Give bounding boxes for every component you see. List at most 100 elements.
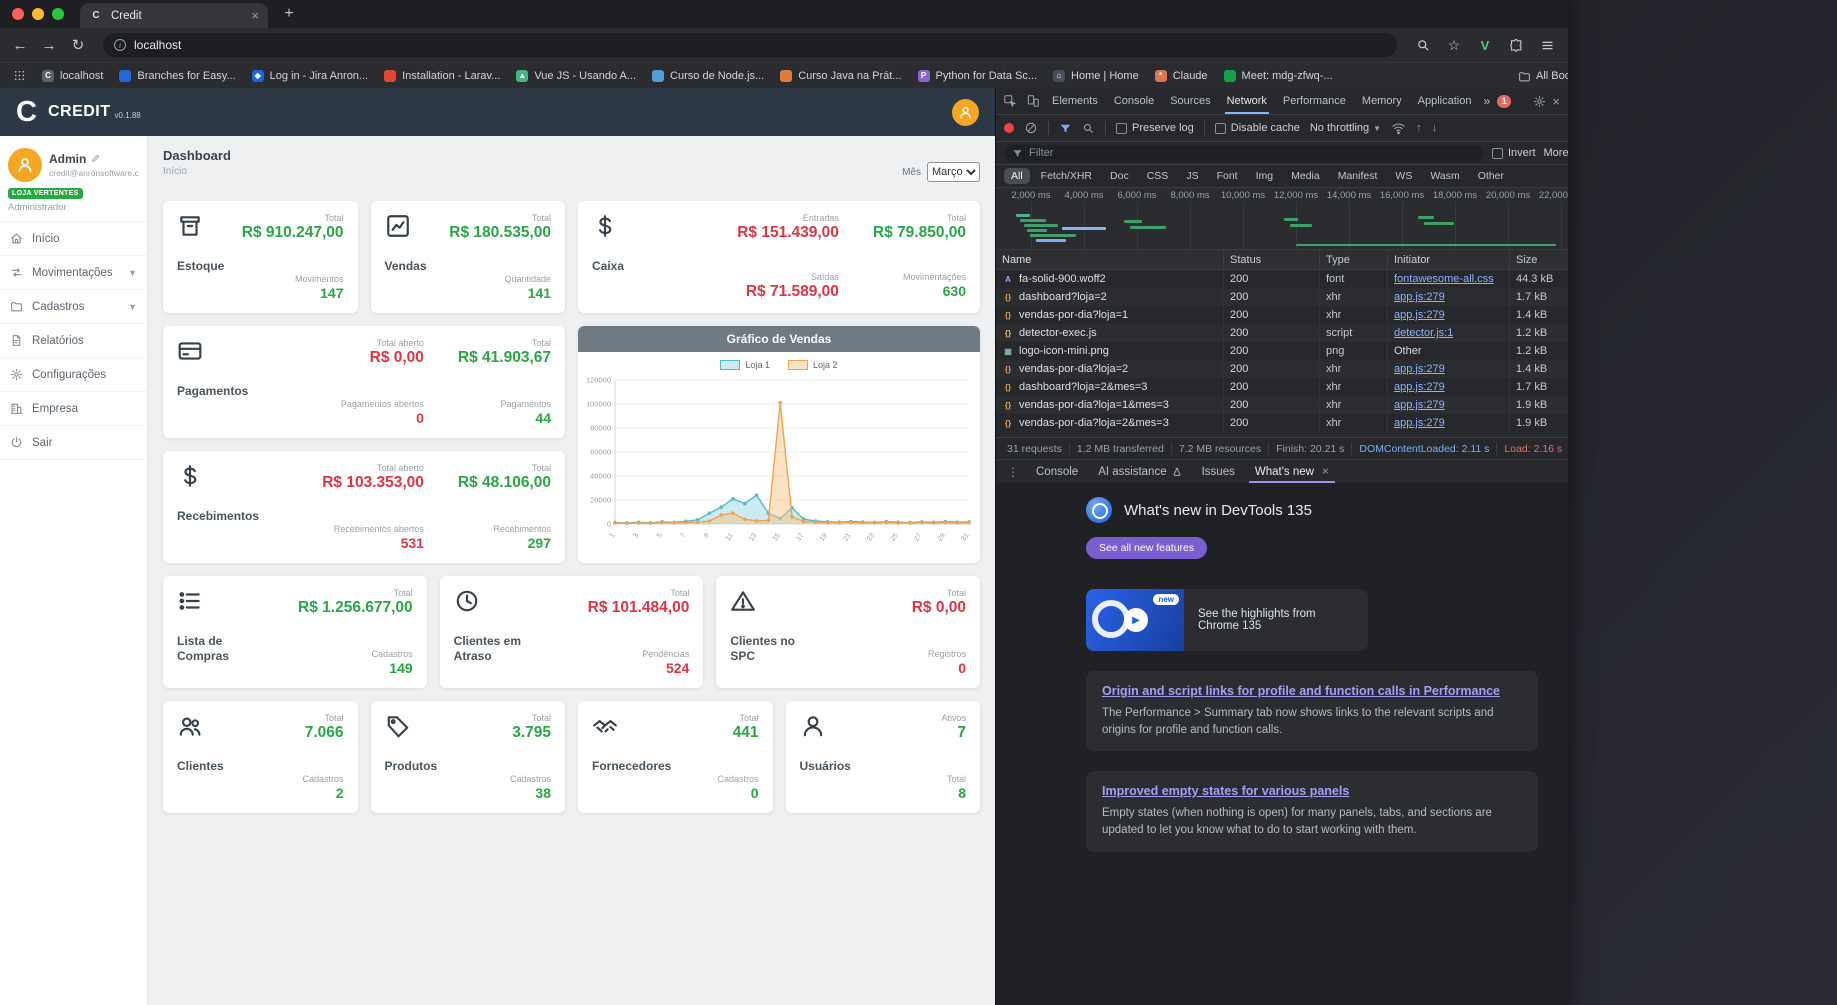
column-header-status[interactable]: Status [1224, 250, 1320, 269]
initiator-link[interactable]: app.js:279 [1394, 363, 1445, 375]
device-toolbar-icon[interactable] [1021, 88, 1044, 114]
filter-pill-css[interactable]: CSS [1140, 168, 1176, 184]
invert-checkbox[interactable]: Invert [1492, 147, 1536, 159]
initiator-link[interactable]: app.js:279 [1394, 399, 1445, 411]
record-network-icon[interactable] [1004, 123, 1014, 133]
search-icon[interactable] [1414, 36, 1432, 54]
network-conditions-icon[interactable] [1391, 121, 1406, 136]
filter-pill-doc[interactable]: Doc [1103, 168, 1136, 184]
section-link[interactable]: Improved empty states for various panels [1102, 784, 1349, 798]
more-filters-button[interactable]: More filters [1544, 147, 1568, 159]
devtools-tab-console[interactable]: Console [1106, 88, 1162, 114]
sidebar-item-folder[interactable]: Cadastros ▼ [0, 290, 147, 324]
bookmark-item[interactable]: Branches for Easy... [111, 66, 243, 86]
network-request-row[interactable]: {} vendas-por-dia?loja=2 200 xhr app.js:279 1… [996, 360, 1568, 378]
edit-pencil-icon[interactable] [91, 152, 100, 166]
initiator-link[interactable]: fontawesome-all.css [1394, 273, 1494, 285]
site-info-icon[interactable]: i [114, 39, 126, 51]
import-har-icon[interactable]: ↑ [1416, 122, 1422, 134]
sidebar-item-gear[interactable]: Configurações [0, 358, 147, 392]
network-request-row[interactable]: {} dashboard?loja=2 200 xhr app.js:279 1.7 kB [996, 288, 1568, 306]
network-request-row[interactable]: {} dashboard?loja=2&mes=3 200 xhr app.js:279… [996, 378, 1568, 396]
bookmark-item[interactable]: ▲ Vue JS - Usando A... [508, 66, 644, 86]
initiator-link[interactable]: detector.js:1 [1394, 327, 1453, 339]
all-bookmarks-button[interactable]: All Bookmarks [1510, 63, 1568, 88]
devtools-close-icon[interactable]: × [1552, 94, 1560, 109]
devtools-tab-memory[interactable]: Memory [1354, 88, 1410, 114]
filter-pill-js[interactable]: JS [1179, 168, 1205, 184]
sidebar-item-file[interactable]: Relatórios [0, 324, 147, 358]
close-drawer-tab-icon[interactable]: × [1322, 466, 1329, 478]
devtools-tab-application[interactable]: Application [1410, 88, 1480, 114]
network-overview-timeline[interactable]: 2,000 ms 4,000 ms 6,000 ms 8,000 ms 10,000 m… [996, 188, 1568, 250]
bookmark-item[interactable]: ◆ Log in - Jira Anron... [244, 66, 376, 86]
bookmark-star-icon[interactable]: ☆ [1445, 36, 1463, 54]
filter-pill-fetchxhr[interactable]: Fetch/XHR [1034, 168, 1099, 184]
filter-pill-ws[interactable]: WS [1388, 168, 1419, 184]
drawer-tab-what-s-new[interactable]: What's new × [1245, 460, 1339, 483]
column-header-size[interactable]: Size [1510, 250, 1568, 269]
network-request-row[interactable]: ▦ logo-icon-mini.png 200 png Other 1.2 kB [996, 342, 1568, 360]
filter-pill-other[interactable]: Other [1471, 168, 1511, 184]
filter-pill-font[interactable]: Font [1210, 168, 1245, 184]
devtools-tab-performance[interactable]: Performance [1275, 88, 1354, 114]
initiator-link[interactable]: app.js:279 [1394, 381, 1445, 393]
address-bar[interactable]: i localhost [103, 33, 1397, 57]
filter-funnel-icon[interactable] [1059, 122, 1072, 135]
clear-network-icon[interactable] [1024, 121, 1038, 135]
filter-pill-all[interactable]: All [1004, 168, 1030, 184]
drawer-more-icon[interactable]: ⋮ [1000, 465, 1026, 479]
bookmark-item[interactable]: * Claude [1147, 66, 1216, 86]
drawer-tab-issues[interactable]: Issues [1192, 460, 1245, 483]
initiator-link[interactable]: app.js:279 [1394, 417, 1445, 429]
drawer-tab-console[interactable]: Console [1026, 460, 1088, 483]
inspect-element-icon[interactable] [998, 88, 1021, 114]
initiator-link[interactable]: app.js:279 [1394, 291, 1445, 303]
network-request-row[interactable]: {} vendas-por-dia?loja=2&mes=3 200 xhr app.j… [996, 414, 1568, 432]
column-header-type[interactable]: Type [1320, 250, 1388, 269]
bookmark-item[interactable]: Curso de Node.js... [644, 66, 772, 86]
network-request-row[interactable]: {} detector-exec.js 200 script detector.js:1… [996, 324, 1568, 342]
network-filter-input[interactable]: Filter [1004, 144, 1484, 162]
devtools-settings-icon[interactable] [1533, 95, 1546, 108]
export-har-icon[interactable]: ↓ [1432, 122, 1438, 134]
drawer-tab-ai-assistance[interactable]: AI assistance [1088, 460, 1191, 483]
header-avatar[interactable] [952, 98, 979, 126]
column-header-name[interactable]: Name [996, 250, 1224, 269]
network-request-row[interactable]: Afa-solid-900.woff2 200 font fontawesome-al… [996, 270, 1568, 288]
bookmark-item[interactable]: Meet: mdg-zfwq-... [1216, 66, 1341, 86]
v-extension-icon[interactable]: V [1476, 36, 1494, 54]
bookmark-item[interactable]: Curso Java na Prát... [772, 66, 909, 86]
forward-icon[interactable]: → [41, 37, 57, 54]
devtools-tab-network[interactable]: Network [1219, 88, 1275, 114]
extensions-puzzle-icon[interactable] [1507, 36, 1525, 54]
sidebar-item-home[interactable]: Início [0, 222, 147, 256]
sidebar-item-power[interactable]: Sair [0, 426, 147, 460]
back-icon[interactable]: ← [12, 37, 28, 54]
preserve-log-checkbox[interactable]: Preserve log [1116, 122, 1194, 134]
maximize-window-button[interactable] [52, 8, 64, 20]
apps-grid-icon[interactable] [10, 67, 28, 85]
bookmark-item[interactable]: Installation - Larav... [376, 66, 508, 86]
browser-menu-icon[interactable] [1538, 36, 1556, 54]
new-tab-button[interactable]: + [276, 1, 302, 27]
minimize-window-button[interactable] [32, 8, 44, 20]
browser-tab[interactable]: C Credit × [80, 3, 268, 28]
filter-pill-manifest[interactable]: Manifest [1331, 168, 1385, 184]
month-select[interactable]: Março [927, 162, 980, 182]
network-search-icon[interactable] [1082, 122, 1095, 135]
filter-pill-wasm[interactable]: Wasm [1423, 168, 1466, 184]
more-tabs-icon[interactable]: » [1479, 94, 1494, 108]
initiator-link[interactable]: app.js:279 [1394, 309, 1445, 321]
column-header-initiator[interactable]: Initiator [1388, 250, 1510, 269]
section-link[interactable]: Origin and script links for profile and … [1102, 684, 1500, 698]
devtools-tab-elements[interactable]: Elements [1044, 88, 1106, 114]
sidebar-item-exchange[interactable]: Movimentações ▼ [0, 256, 147, 290]
filter-pill-media[interactable]: Media [1284, 168, 1327, 184]
bookmark-item[interactable]: ⌂ Home | Home [1045, 66, 1147, 86]
error-count-badge[interactable]: 1 [1497, 94, 1512, 108]
bookmark-item[interactable]: P Python for Data Sc... [910, 66, 1046, 86]
network-request-row[interactable]: {} vendas-por-dia?loja=1 200 xhr app.js:279 1… [996, 306, 1568, 324]
network-request-row[interactable]: {} vendas-por-dia?loja=1&mes=3 200 xhr app.j… [996, 396, 1568, 414]
reload-icon[interactable]: ↻ [70, 36, 86, 54]
